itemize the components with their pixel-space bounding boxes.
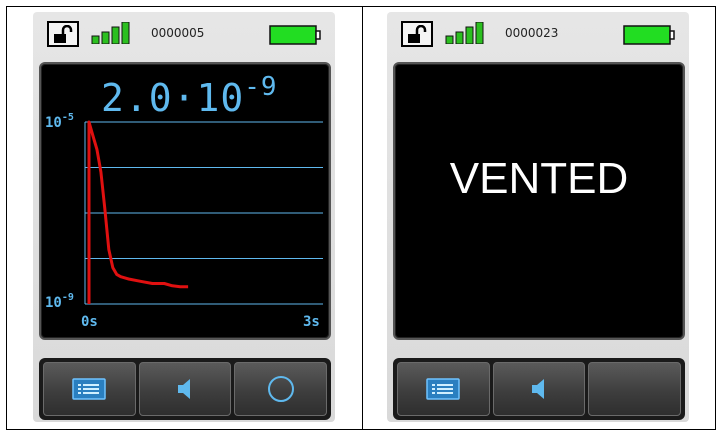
device-panel-measuring: 0000005 2.0·10-9 10-5 10-9 0s 3s	[33, 12, 335, 422]
list-icon	[72, 378, 107, 400]
battery-full-icon	[269, 25, 321, 45]
unlocked-padlock-icon[interactable]	[401, 21, 433, 47]
y-axis-bottom-label: 10-9	[45, 292, 74, 311]
unlocked-padlock-icon[interactable]	[47, 21, 79, 47]
menu-button[interactable]	[43, 362, 136, 416]
menu-button[interactable]	[397, 362, 490, 416]
y-axis-top-label: 10-5	[45, 112, 74, 131]
display-screen: 2.0·10-9 10-5 10-9 0s 3s	[39, 62, 331, 340]
signal-strength-icon	[91, 22, 130, 44]
softkey-bar	[393, 358, 685, 420]
device-panel-vented: 0000023 VENTED	[387, 12, 689, 422]
vented-status-message: VENTED	[449, 154, 629, 203]
y-top-base: 10	[45, 115, 62, 131]
serial-number: 0000023	[505, 26, 559, 40]
softkey-bar	[39, 358, 331, 420]
zero-button[interactable]	[234, 362, 328, 416]
serial-number: 0000005	[151, 26, 205, 40]
battery-full-icon	[623, 25, 675, 45]
circle-icon	[267, 376, 294, 402]
y-bottom-exponent: -9	[61, 292, 74, 303]
speaker-icon	[532, 379, 544, 399]
display-screen: VENTED	[393, 62, 685, 340]
pressure-readout: 2.0·10-9	[101, 72, 278, 120]
comparison-frame: 0000005 2.0·10-9 10-5 10-9 0s 3s 0000023…	[6, 6, 716, 430]
list-icon	[426, 378, 461, 400]
panel-divider	[362, 7, 363, 429]
pressure-mantissa: 2.0·10	[101, 76, 245, 120]
x-axis-end-label: 3s	[303, 314, 320, 330]
audio-button[interactable]	[492, 362, 586, 416]
signal-strength-icon	[445, 22, 484, 44]
empty-softkey-button[interactable]	[588, 362, 682, 416]
pressure-exponent: -9	[244, 72, 278, 102]
y-bottom-base: 10	[45, 295, 62, 311]
x-axis-start-label: 0s	[81, 314, 98, 330]
status-bar: 0000023	[387, 12, 689, 52]
status-bar: 0000005	[33, 12, 335, 52]
audio-button[interactable]	[138, 362, 232, 416]
y-top-exponent: -5	[61, 112, 74, 123]
speaker-icon	[178, 379, 190, 399]
